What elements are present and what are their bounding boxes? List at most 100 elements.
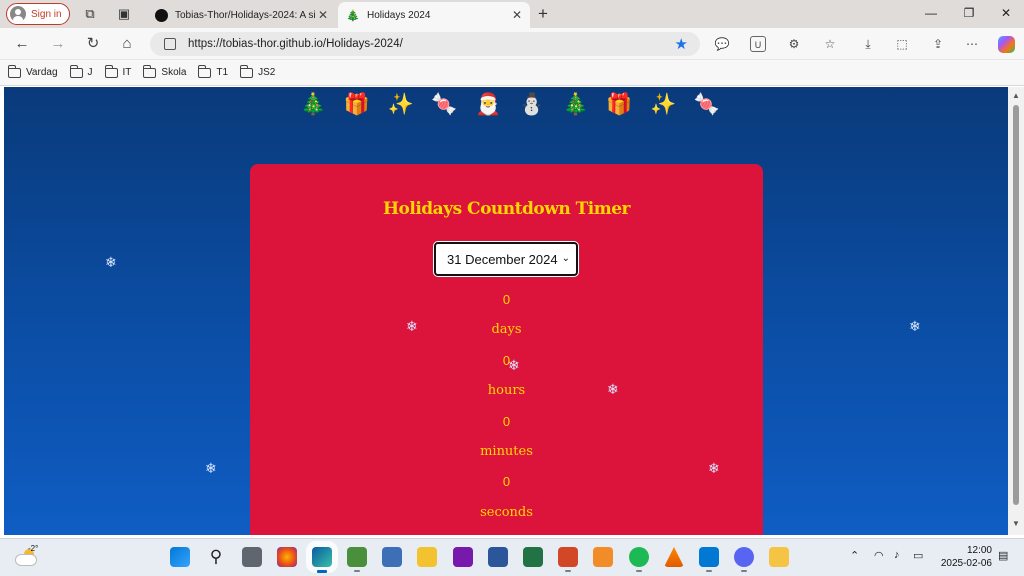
- start-icon[interactable]: [170, 547, 190, 567]
- search-icon[interactable]: ⚲: [206, 547, 226, 567]
- wifi-icon[interactable]: ◠: [874, 549, 884, 562]
- clock-date: 2025-02-06: [940, 558, 992, 569]
- site-info-icon[interactable]: [164, 38, 176, 50]
- candy-icon: 🍬: [431, 93, 458, 116]
- sticky-notes-icon[interactable]: [417, 547, 437, 567]
- scroll-down-icon[interactable]: ▼: [1012, 519, 1020, 528]
- bookmark-label: IT: [122, 67, 132, 78]
- profile-avatar-icon: [10, 6, 26, 22]
- bookmark-label: J: [87, 67, 93, 78]
- gift-icon: 🎁: [343, 93, 370, 116]
- notepad-plus-icon[interactable]: [347, 547, 367, 572]
- volume-icon[interactable]: ♪: [894, 549, 900, 561]
- restore-button[interactable]: ❐: [960, 6, 978, 20]
- scroll-up-icon[interactable]: ▲: [1012, 91, 1020, 100]
- extensions-icon[interactable]: ⚙: [786, 36, 802, 52]
- bookmark-folder[interactable]: JS2: [240, 64, 276, 78]
- christmas-tree-icon: 🎄: [562, 93, 589, 116]
- folder-icon: [143, 64, 157, 78]
- back-button[interactable]: ←: [12, 34, 32, 54]
- snowflake-icon: ❄: [406, 318, 418, 334]
- task-view-icon[interactable]: [242, 547, 262, 567]
- notifications-icon[interactable]: ▤: [998, 549, 1008, 562]
- favorite-star-icon[interactable]: ★: [675, 35, 688, 53]
- screenshot-icon[interactable]: ⬚: [894, 36, 910, 52]
- vscode-icon[interactable]: [699, 547, 719, 572]
- calculator-icon[interactable]: [382, 547, 402, 567]
- reading-icon[interactable]: U: [750, 36, 766, 52]
- bookmark-folder[interactable]: Vardag: [8, 64, 58, 78]
- bookmark-folder[interactable]: IT: [104, 64, 132, 78]
- holiday-select[interactable]: 31 December 2024 ⌄: [434, 242, 578, 276]
- countdown-card: Holidays Countdown Timer 31 December 202…: [250, 164, 763, 535]
- sign-in-button[interactable]: Sign in: [6, 3, 70, 25]
- page-scrollbar[interactable]: ▲ ▼: [1008, 87, 1024, 535]
- downloads-icon[interactable]: ⤓: [860, 36, 876, 52]
- tab-title: Holidays 2024: [367, 9, 431, 21]
- sign-in-label: Sign in: [31, 8, 62, 20]
- bookmark-label: JS2: [258, 67, 276, 78]
- workspaces-icon[interactable]: ⧉: [82, 6, 98, 22]
- onenote-icon[interactable]: [453, 547, 473, 567]
- gift-icon: 🎁: [606, 93, 633, 116]
- firefox-icon[interactable]: [277, 547, 297, 567]
- powerpoint-icon[interactable]: [558, 547, 578, 572]
- folder-icon: [198, 64, 212, 78]
- taskbar: -2° ⚲ ⌃ ◠ ♪ ▭ 12:00 2025-02-06 ▤: [0, 538, 1024, 576]
- forward-button[interactable]: →: [48, 34, 68, 54]
- share-icon[interactable]: ⇪: [930, 36, 946, 52]
- battery-icon[interactable]: ▭: [913, 549, 923, 562]
- snowflake-icon: ❄: [205, 460, 217, 476]
- days-label: days: [491, 322, 522, 337]
- hours-label: hours: [487, 383, 526, 398]
- sparkles-icon: ✨: [650, 93, 677, 116]
- close-window-button[interactable]: ✕: [997, 6, 1015, 20]
- copilot-icon[interactable]: [998, 36, 1015, 53]
- address-bar[interactable]: https://tobias-thor.github.io/Holidays-2…: [150, 32, 700, 56]
- snowflake-icon: ❄: [708, 460, 720, 476]
- seconds-value: 0: [502, 474, 511, 489]
- excel-icon[interactable]: [523, 547, 543, 567]
- scrollbar-thumb[interactable]: [1013, 105, 1019, 505]
- minutes-label: minutes: [480, 444, 533, 459]
- bookmark-label: T1: [216, 67, 229, 78]
- bookmark-folder[interactable]: J: [69, 64, 93, 78]
- discord-icon[interactable]: [734, 547, 754, 572]
- new-tab-button[interactable]: +: [538, 4, 548, 24]
- tab-holidays[interactable]: 🎄 Holidays 2024 ✕: [338, 2, 530, 28]
- tab-actions-icon[interactable]: ▣: [116, 6, 132, 22]
- word-icon[interactable]: [488, 547, 508, 567]
- minutes-value: 0: [502, 414, 511, 429]
- vlc-icon[interactable]: [664, 547, 684, 567]
- days-value: 0: [502, 292, 511, 307]
- folder-icon: [240, 64, 254, 78]
- close-tab-icon[interactable]: ✕: [316, 8, 330, 22]
- more-menu-icon[interactable]: ⋯: [964, 36, 980, 52]
- system-clock[interactable]: 12:00 2025-02-06: [938, 544, 992, 570]
- refresh-button[interactable]: ↻: [83, 34, 103, 54]
- minimize-button[interactable]: —: [922, 6, 940, 20]
- page-viewport: 🎄 🎁 ✨ 🍬 🎅 ⛄ 🎄 🎁 ✨ 🍬 Holidays Countdown T…: [4, 87, 1008, 535]
- christmas-tree-icon: 🎄: [346, 9, 360, 22]
- notes-app-icon[interactable]: [593, 547, 613, 567]
- file-explorer-icon[interactable]: [769, 547, 789, 567]
- folder-icon: [8, 64, 21, 78]
- tab-github[interactable]: Tobias-Thor/Holidays-2024: A sim ✕: [146, 2, 336, 28]
- christmas-tree-icon: 🎄: [300, 93, 327, 116]
- bookmark-label: Vardag: [26, 67, 58, 78]
- favorites-icon[interactable]: ☆: [822, 36, 838, 52]
- close-tab-icon[interactable]: ✕: [510, 8, 524, 22]
- bookmarks-bar: Vardag J IT Skola T1 JS2: [0, 60, 1024, 86]
- url-text[interactable]: https://tobias-thor.github.io/Holidays-2…: [188, 38, 675, 50]
- weather-temperature: -2°: [28, 544, 39, 553]
- bookmark-folder[interactable]: Skola: [143, 64, 187, 78]
- home-button[interactable]: ⌂: [117, 34, 137, 54]
- bookmark-folder[interactable]: T1: [198, 64, 229, 78]
- spotify-icon[interactable]: [629, 547, 649, 572]
- navigation-bar: ← → ↻ ⌂ https://tobias-thor.github.io/Ho…: [0, 28, 1024, 60]
- show-hidden-icons[interactable]: ⌃: [850, 549, 859, 562]
- chat-icon[interactable]: 💬: [714, 36, 730, 52]
- bookmark-label: Skola: [161, 67, 187, 78]
- snowflake-icon: ❄: [105, 254, 117, 270]
- edge-icon[interactable]: [312, 547, 332, 573]
